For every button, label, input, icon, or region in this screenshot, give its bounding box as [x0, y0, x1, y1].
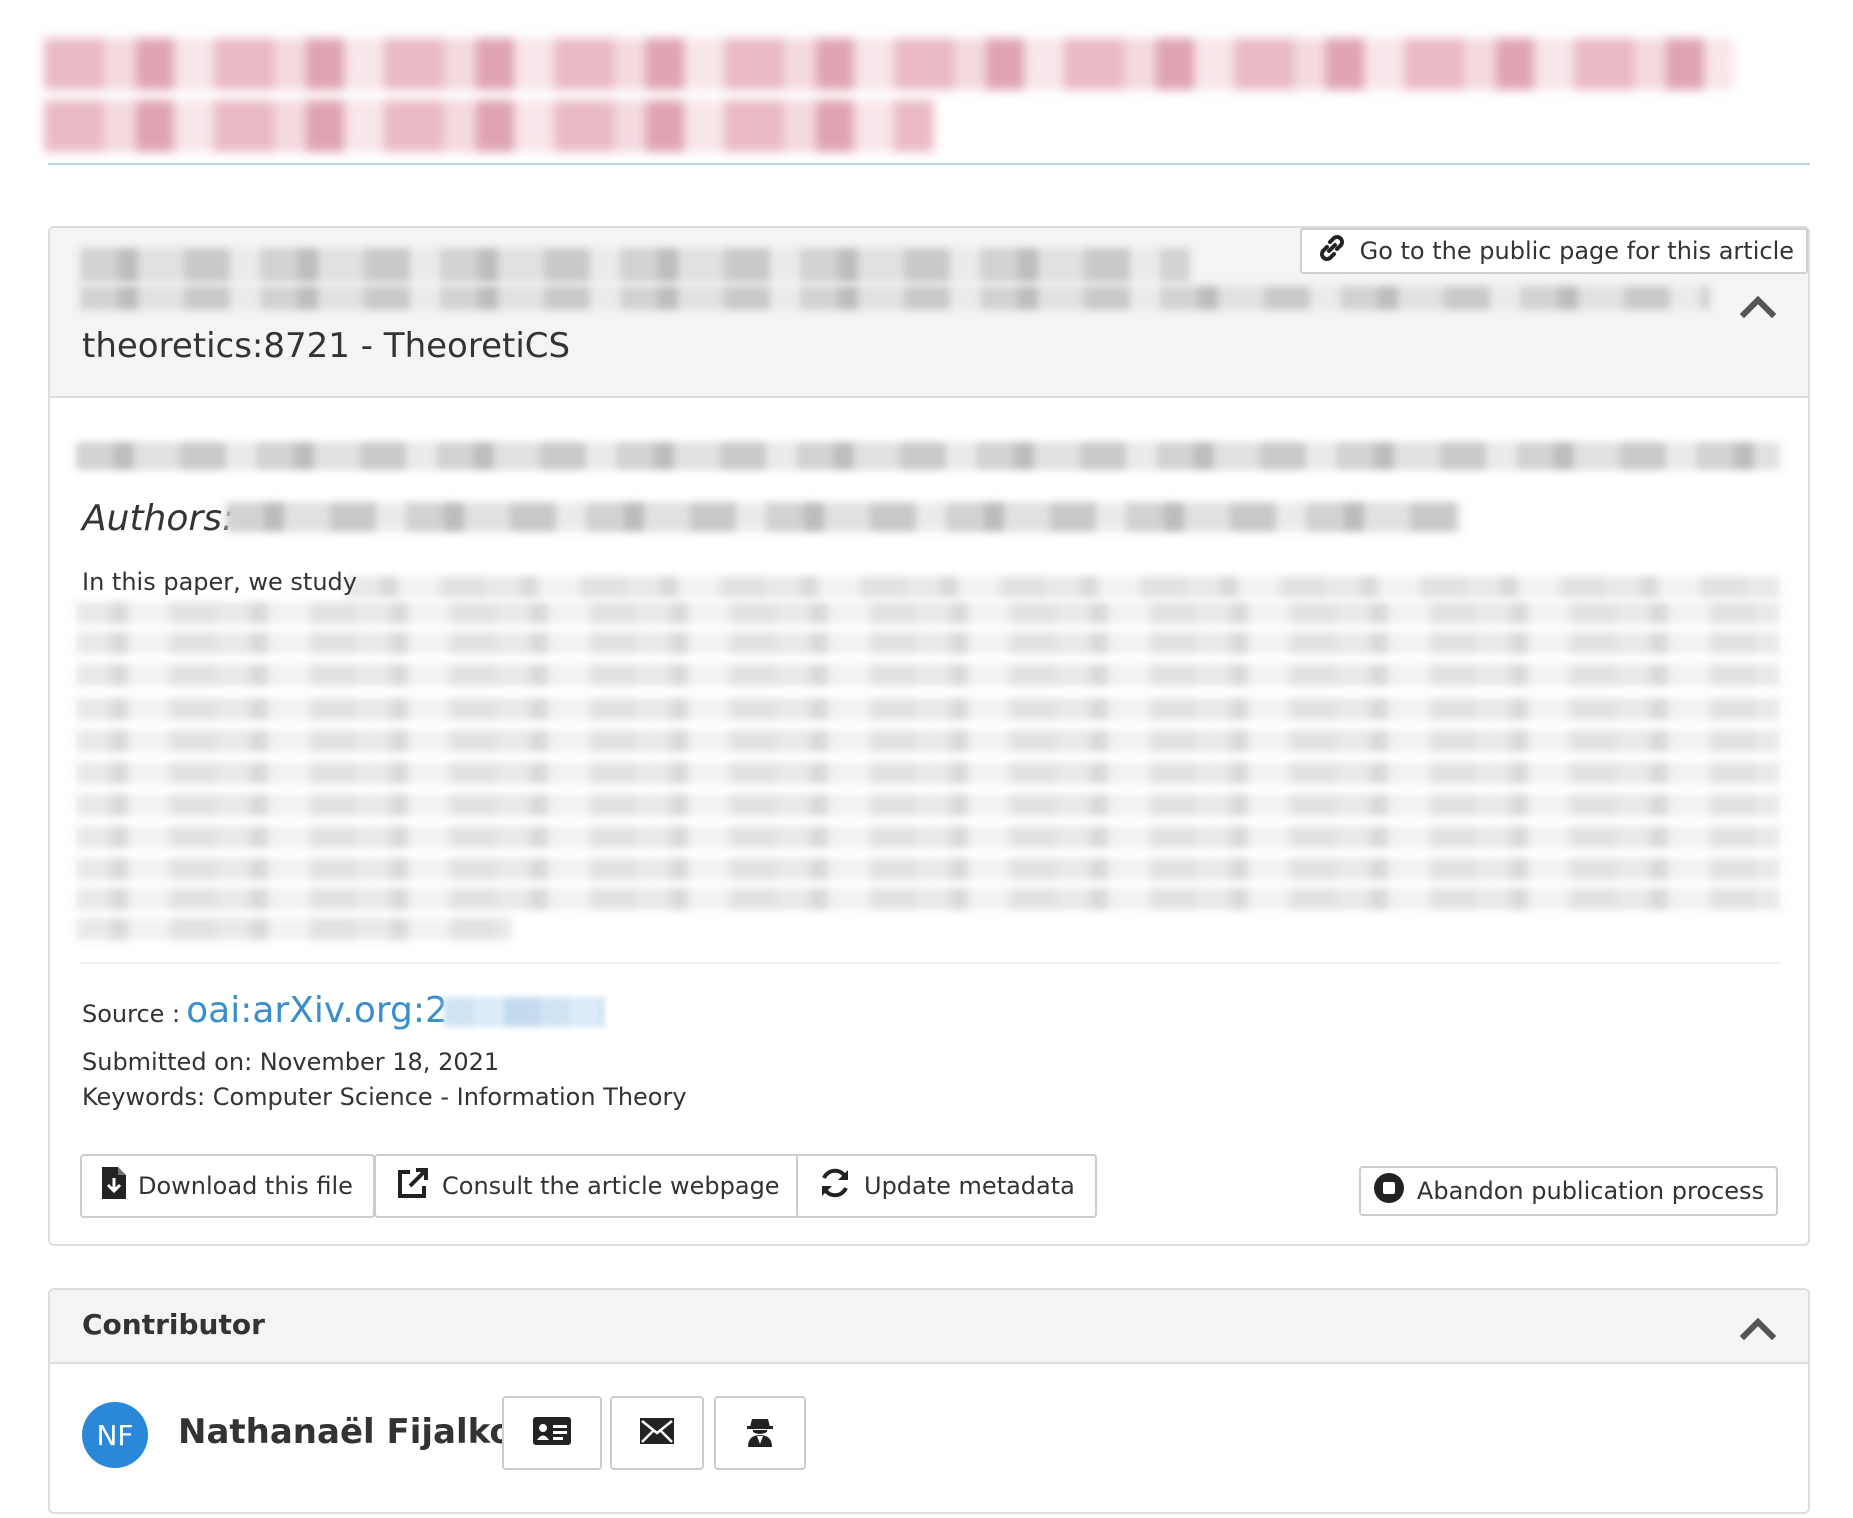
- link-icon: [1314, 230, 1350, 272]
- source-line: Source : oai:arXiv.org:2: [82, 990, 604, 1031]
- download-file-button[interactable]: Download this file: [80, 1154, 375, 1218]
- authors-label: Authors:: [82, 498, 235, 539]
- article-panel-heading: Go to the public page for this article t…: [50, 228, 1808, 398]
- page-title: [44, 30, 1814, 158]
- authors-redacted: [226, 502, 1462, 532]
- source-link-text: oai:arXiv.org:2: [186, 990, 448, 1031]
- id-card-icon: [532, 1416, 572, 1450]
- journal-line: theoretics:8721 - TheoretiCS: [82, 326, 571, 366]
- stop-circle-icon: [1373, 1172, 1405, 1210]
- external-link-icon: [396, 1166, 430, 1206]
- chevron-up-icon[interactable]: [1739, 288, 1777, 324]
- profile-card-button[interactable]: [502, 1396, 602, 1470]
- update-metadata-button[interactable]: Update metadata: [796, 1154, 1097, 1218]
- envelope-icon: [639, 1417, 675, 1449]
- consult-article-label: Consult the article webpage: [442, 1172, 780, 1200]
- abstract-start: In this paper, we study: [82, 568, 357, 596]
- source-label: Source :: [82, 1000, 181, 1028]
- public-page-button[interactable]: Go to the public page for this article: [1299, 228, 1808, 274]
- chevron-up-icon[interactable]: [1739, 1310, 1777, 1346]
- article-original-title-redacted: [76, 442, 1780, 470]
- contributor-panel-heading: Contributor: [50, 1290, 1808, 1364]
- impersonate-button[interactable]: [714, 1396, 806, 1470]
- abandon-publication-button[interactable]: Abandon publication process: [1358, 1166, 1778, 1216]
- keywords: Keywords: Computer Science - Information…: [82, 1083, 687, 1111]
- article-title-redacted-line-2: [80, 286, 1710, 310]
- contributor-name: Nathanaël Fijalkow: [178, 1412, 545, 1452]
- title-divider: [48, 163, 1810, 165]
- abstract-redacted: [76, 572, 1780, 944]
- download-file-label: Download this file: [138, 1172, 353, 1200]
- avatar-initials: NF: [96, 1418, 134, 1452]
- public-page-label: Go to the public page for this article: [1359, 237, 1794, 265]
- consult-article-button[interactable]: Consult the article webpage: [374, 1154, 802, 1218]
- article-panel: Go to the public page for this article t…: [48, 226, 1810, 1246]
- article-title-redacted-line-1: [80, 248, 1190, 282]
- refresh-icon: [818, 1166, 852, 1206]
- file-download-icon: [102, 1167, 126, 1205]
- avatar: NF: [82, 1402, 148, 1468]
- user-secret-icon: [746, 1415, 774, 1451]
- source-link[interactable]: oai:arXiv.org:2: [186, 990, 604, 1031]
- source-link-redacted: [443, 997, 604, 1027]
- contributor-title: Contributor: [82, 1308, 265, 1341]
- contributor-panel: Contributor NF Nathanaël Fijalkow: [48, 1288, 1810, 1514]
- body-divider: [80, 962, 1780, 964]
- email-button[interactable]: [610, 1396, 704, 1470]
- submitted-date: Submitted on: November 18, 2021: [82, 1048, 500, 1076]
- abandon-publication-label: Abandon publication process: [1416, 1177, 1764, 1205]
- update-metadata-label: Update metadata: [864, 1172, 1075, 1200]
- page-title-line-1: [44, 38, 1734, 90]
- page-title-line-2: [44, 100, 934, 152]
